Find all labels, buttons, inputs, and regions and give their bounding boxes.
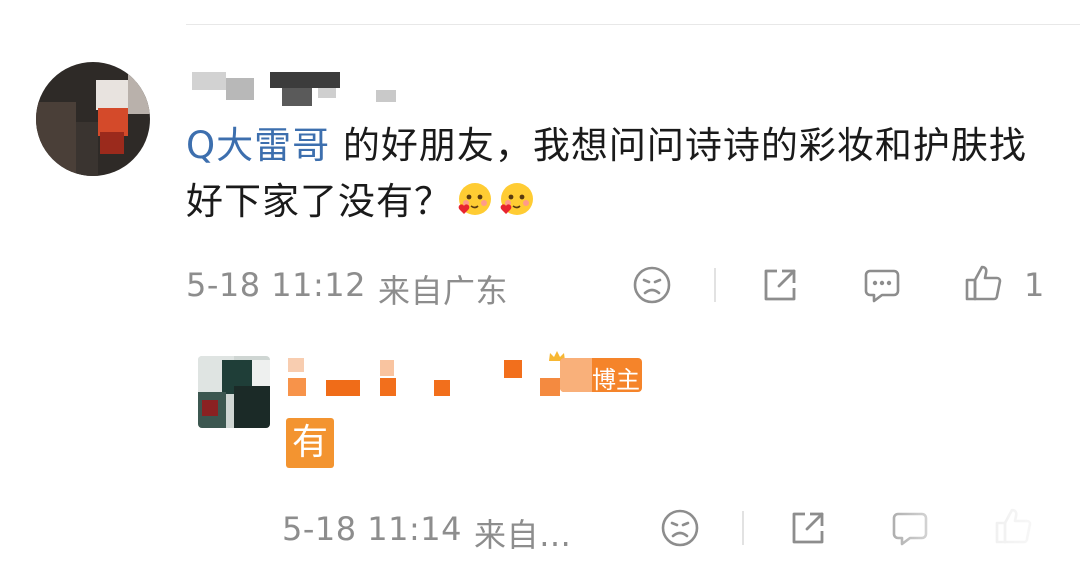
user-mention-link[interactable]: Q大雷哥: [186, 124, 330, 167]
action-separator: [742, 511, 744, 545]
reply-time: 5-18 11:14: [282, 510, 463, 548]
blush-heart-emoji-icon: [458, 183, 491, 215]
share-icon[interactable]: [788, 508, 828, 548]
share-icon[interactable]: [760, 265, 800, 305]
comment-time: 5-18 11:12: [186, 266, 367, 304]
comment-body: Q大雷哥 的好朋友，我想问问诗诗的彩妆和护肤找好下家了没有？: [186, 118, 1046, 230]
comment-icon[interactable]: [862, 265, 902, 305]
author-badge: 博主: [560, 358, 642, 392]
watermark-fade-overlay: [860, 490, 1080, 566]
commenter-avatar[interactable]: [36, 62, 150, 176]
action-separator: [714, 268, 716, 302]
top-divider: [186, 24, 1080, 25]
like-count: 1: [1024, 266, 1045, 304]
author-badge-label: 博主: [592, 366, 640, 392]
commenter-name-redacted[interactable]: [186, 72, 406, 106]
comment-location: 来自广东: [378, 272, 509, 310]
reply-location: 来自…: [474, 516, 572, 554]
reply-text: 有: [286, 418, 334, 468]
blush-heart-emoji-icon: [500, 183, 533, 215]
thumbs-up-icon[interactable]: [964, 263, 1004, 303]
sad-face-icon[interactable]: [632, 265, 672, 305]
replier-avatar[interactable]: [198, 356, 270, 428]
sad-face-icon[interactable]: [660, 508, 700, 548]
